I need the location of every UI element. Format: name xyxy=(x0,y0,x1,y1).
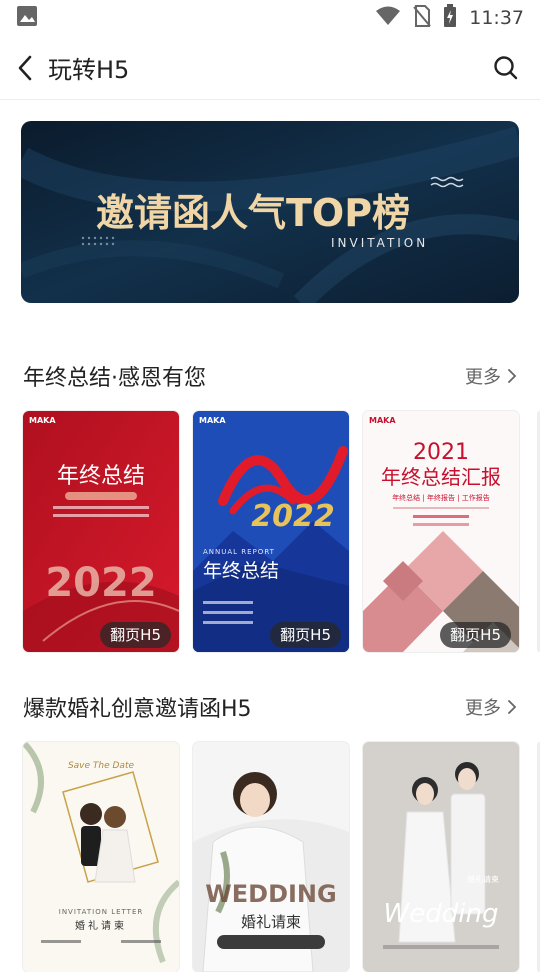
card-script: Wedding xyxy=(384,899,499,929)
back-button[interactable] xyxy=(2,36,48,100)
more-label: 更多 xyxy=(465,367,501,388)
section-header-wedding: 爆款婚礼创意邀请函H5 更多 xyxy=(23,690,517,724)
card-headline: 婚礼请柬 xyxy=(75,919,127,932)
wifi-icon xyxy=(375,6,401,31)
tag-flip-h5: 翻页H5 xyxy=(100,622,171,648)
tag-flip-h5: 翻页H5 xyxy=(440,622,511,648)
more-link[interactable]: 更多 xyxy=(465,363,517,389)
template-card[interactable]: WEDDING 婚礼请柬 xyxy=(193,742,349,972)
card-headline: 婚礼请柬 xyxy=(467,874,499,884)
section-title: 年终总结·感恩有您 xyxy=(23,366,206,391)
template-row-wedding: Save The Date INVITATION LETTER 婚礼请柬 WED… xyxy=(23,742,519,972)
card-headline: 年终总结汇报 xyxy=(381,465,501,489)
search-icon xyxy=(494,56,518,80)
template-row-year-end: MAKA 年终总结 2022 翻页H5 2022 MAKA ANNUAL REP… xyxy=(23,411,519,652)
template-card[interactable]: 2022 MAKA ANNUAL REPORT 年终总结 翻页H5 xyxy=(193,411,349,652)
chevron-right-icon xyxy=(508,700,517,714)
banner-title: 邀请函人气TOP榜 xyxy=(96,191,410,235)
clock: 11:37 xyxy=(469,7,524,29)
card-script: Save The Date xyxy=(68,761,135,771)
promo-banner[interactable]: 邀请函人气TOP榜 INVITATION xyxy=(21,121,519,303)
card-subtitle: INVITATION LETTER xyxy=(59,908,143,916)
banner-subtitle: INVITATION xyxy=(331,236,428,250)
card-brand: MAKA xyxy=(369,416,396,425)
app-bar: 玩转H5 xyxy=(0,36,540,100)
template-card[interactable]: MAKA 2021 年终总结汇报 年终总结 | 年终报告 | 工作报告 翻页H5 xyxy=(363,411,519,652)
template-card[interactable]: 婚礼请柬 Wedding xyxy=(363,742,519,972)
section-header-year-end: 年终总结·感恩有您 更多 xyxy=(23,359,517,393)
chevron-right-icon xyxy=(508,369,517,383)
status-bar: 11:37 xyxy=(0,0,540,36)
card-brand: MAKA xyxy=(199,416,226,425)
card-year: 2022 xyxy=(45,560,156,606)
card-year: 2021 xyxy=(413,440,469,465)
page-title: 玩转H5 xyxy=(48,56,130,84)
image-notification-icon xyxy=(16,5,38,31)
card-subtitle: 年终总结 | 年终报告 | 工作报告 xyxy=(392,493,490,502)
section-title: 爆款婚礼创意邀请函H5 xyxy=(23,697,252,722)
card-subtitle: ANNUAL REPORT xyxy=(203,548,275,556)
more-label: 更多 xyxy=(465,698,501,719)
more-link[interactable]: 更多 xyxy=(465,694,517,720)
search-button[interactable] xyxy=(492,54,520,82)
card-headline: 婚礼请柬 xyxy=(241,913,301,931)
no-sim-icon xyxy=(413,4,431,32)
card-brand: MAKA xyxy=(29,416,56,425)
chevron-left-icon xyxy=(18,55,32,80)
card-headline: 年终总结 xyxy=(203,560,279,582)
tag-flip-h5: 翻页H5 xyxy=(270,622,341,648)
template-card[interactable]: Save The Date INVITATION LETTER 婚礼请柬 xyxy=(23,742,179,972)
battery-charging-icon xyxy=(443,3,457,33)
template-card[interactable]: MAKA 年终总结 2022 翻页H5 xyxy=(23,411,179,652)
svg-text:2022: 2022 xyxy=(251,499,335,534)
card-headline: 年终总结 xyxy=(57,464,145,489)
card-script: WEDDING xyxy=(205,880,336,908)
